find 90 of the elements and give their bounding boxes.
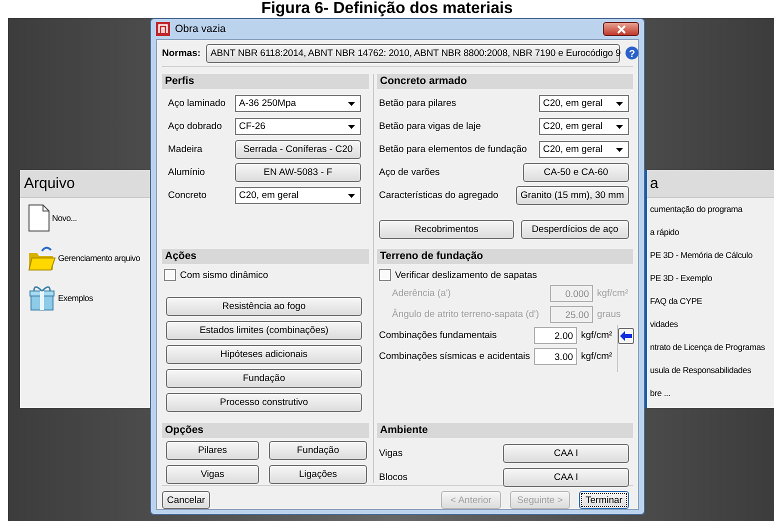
menu-item[interactable]: Gerenciamento arquivo — [20, 238, 150, 278]
option-button[interactable]: Pilares — [166, 441, 259, 460]
checkbox[interactable] — [164, 269, 176, 281]
action-button[interactable]: Resistência ao fogo — [166, 297, 362, 316]
field-label: Blocos — [379, 472, 409, 482]
menu-item[interactable]: Novo... — [20, 198, 150, 238]
caret-icon — [616, 148, 623, 152]
field-label: Betão para elementos de fundação — [379, 144, 528, 155]
field-label: Combinações fundamentais — [379, 330, 498, 341]
value-button[interactable]: Granito (15 mm), 30 mm — [516, 186, 629, 205]
action-button[interactable]: Estados limites (combinações) — [166, 321, 362, 340]
field-label: Alumínio — [168, 167, 206, 178]
menu-item[interactable]: ntrato de Licença de Programas — [647, 336, 774, 359]
dropdown[interactable]: CF-26 — [235, 118, 361, 135]
dropdown[interactable]: A-36 250Mpa — [235, 95, 361, 112]
section-header: Perfis — [162, 74, 369, 89]
close-icon — [616, 24, 626, 34]
help-icon[interactable]: ? — [624, 46, 639, 60]
value-button[interactable]: CAA I — [503, 468, 629, 486]
option-button[interactable]: Vigas — [166, 465, 259, 484]
input-field[interactable]: 3.00 — [534, 348, 578, 365]
panel-title: a — [647, 170, 774, 198]
footer-button[interactable]: Terminar — [579, 491, 629, 509]
checkbox[interactable] — [379, 269, 391, 281]
action-button[interactable]: Fundação — [166, 369, 362, 388]
footer-button[interactable]: Cancelar — [162, 491, 210, 509]
field-label: Vigas — [379, 448, 404, 458]
caret-icon — [616, 124, 623, 128]
field-label: Aço laminado — [168, 98, 227, 109]
field-label: Aderência (a') — [392, 288, 452, 299]
caret-icon — [348, 102, 355, 106]
action-button[interactable]: Recobrimentos — [379, 220, 514, 239]
menu-item[interactable]: vidades — [647, 313, 774, 336]
field-label: Aço de varões — [379, 167, 441, 178]
input-field[interactable]: 2.00 — [534, 327, 578, 344]
dropdown[interactable]: C20, em geral — [539, 141, 629, 158]
unit-label: kgf/cm² — [581, 330, 614, 341]
menu-item[interactable]: Exemplos — [20, 278, 150, 318]
normas-button[interactable]: ABNT NBR 6118:2014, ABNT NBR 14762: 2010, ABNT NBR 8800:2008, NBR 7190 e Eurocódigo 9 — [206, 44, 620, 62]
close-button[interactable] — [603, 22, 639, 36]
unit-label: kgf/cm² — [581, 351, 614, 362]
dropdown[interactable]: C20, em geral — [235, 187, 361, 204]
gift-box-icon — [28, 284, 56, 312]
dropdown[interactable]: C20, em geral — [539, 95, 629, 112]
field-label: Madeira — [168, 144, 204, 155]
caret-icon — [348, 194, 355, 198]
section-header: Ambiente — [377, 423, 633, 438]
menu-item[interactable]: PE 3D - Exemplo — [647, 267, 774, 290]
menu-item[interactable]: bre ... — [647, 382, 774, 405]
action-button[interactable]: Hipóteses adicionais — [166, 345, 362, 364]
menu-item[interactable]: FAQ da CYPE — [647, 290, 774, 313]
caret-icon — [616, 102, 623, 106]
menu-item[interactable]: usula de Responsabilidades — [647, 359, 774, 382]
folder-icon — [28, 245, 56, 271]
figure-caption: Figura 6- Definição dos materiais — [260, 0, 514, 18]
left-arrow-icon — [620, 331, 632, 341]
checkbox-label: Verificar deslizamento de sapatas — [395, 270, 538, 280]
section-header: Opções — [162, 423, 369, 438]
app-icon — [156, 22, 170, 36]
field-label: Ângulo de atrito terreno-sapata (d') — [392, 309, 540, 320]
menu-item[interactable]: PE 3D - Memória de Cálculo — [647, 244, 774, 267]
section-header: Terreno de fundação — [377, 249, 633, 264]
option-button[interactable]: Fundação — [269, 441, 367, 460]
checkbox-label: Com sismo dinâmico — [180, 270, 268, 280]
normas-label: Normas: — [162, 48, 201, 58]
caret-icon — [348, 124, 355, 128]
field-label: Concreto — [168, 190, 208, 201]
value-button[interactable]: EN AW-5083 - F — [235, 163, 361, 182]
window-title: Obra vazia — [175, 23, 226, 35]
value-button[interactable]: CA-50 e CA-60 — [523, 163, 629, 182]
action-button[interactable]: Processo construtivo — [166, 393, 362, 412]
field-label: Aço dobrado — [168, 121, 223, 132]
section-header: Concreto armado — [377, 74, 633, 89]
value-button[interactable]: Serrada - Coníferas - C20 — [235, 140, 361, 159]
field-label: Combinações sísmicas e acidentais — [379, 351, 530, 362]
option-button[interactable]: Ligações — [269, 465, 367, 484]
dropdown[interactable]: C20, em geral — [539, 118, 629, 135]
field-label: Características do agregado — [379, 190, 500, 201]
action-button[interactable]: Desperdícios de aço — [521, 220, 629, 239]
unit-label: graus — [597, 309, 622, 320]
menu-item[interactable]: cumentação do programa — [647, 198, 774, 221]
arrow-button[interactable] — [618, 328, 634, 344]
panel-title: Arquivo — [20, 170, 150, 198]
value-button[interactable]: CAA I — [503, 444, 629, 462]
field-label: Betão para vigas de laje — [379, 121, 482, 132]
unit-label: kgf/cm² — [597, 288, 630, 299]
field-label: Betão para pilares — [379, 98, 458, 109]
menu-item[interactable]: a rápido — [647, 221, 774, 244]
section-header: Ações — [162, 249, 369, 264]
document-icon — [28, 204, 50, 232]
